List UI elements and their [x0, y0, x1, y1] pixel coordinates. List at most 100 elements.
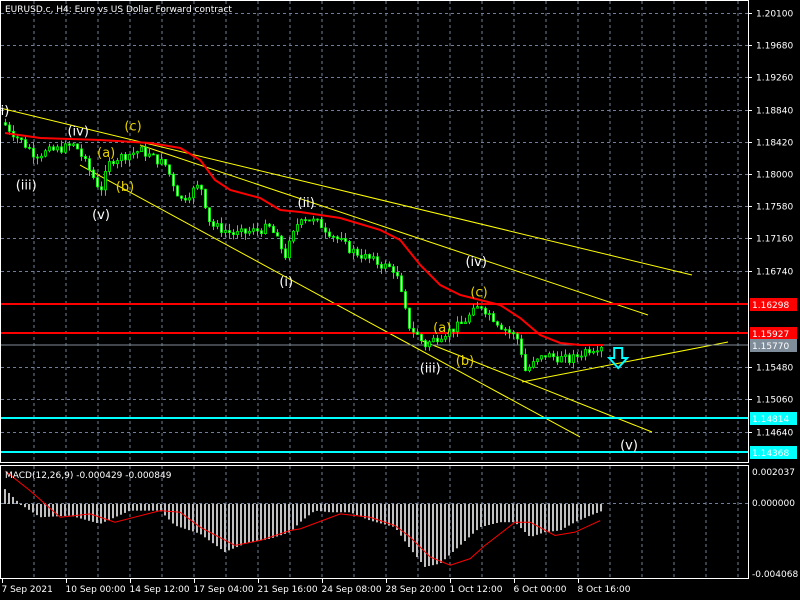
bull-candle-body [312, 218, 315, 222]
bear-candle-body [400, 275, 403, 292]
bear-candle-body [356, 248, 359, 256]
candle [408, 307, 411, 331]
bear-candle-body [152, 153, 155, 156]
macd-histogram-bar [260, 504, 262, 541]
bear-candle-body [504, 328, 507, 331]
macd-histogram-bar [320, 504, 322, 512]
price-chart[interactable]: i) (iv) (iii) (v) (a) (b) (c) (ii) (i) (iv) (c) (a)… [0, 0, 800, 600]
bear-candle-body [412, 327, 415, 333]
time-tick-label: 10 Sep 00:00 [66, 585, 126, 595]
bear-candle-body [388, 263, 391, 268]
macd-histogram-bar [328, 504, 330, 513]
macd-histogram-bar [128, 504, 130, 512]
macd-histogram-bar [268, 504, 270, 540]
macd-histogram-bar [348, 504, 350, 513]
bear-candle-body [416, 331, 419, 335]
time-tick-label: 17 Sep 04:00 [194, 585, 254, 595]
macd-histogram-bar [424, 504, 426, 567]
macd-histogram-bar [308, 504, 310, 516]
macd-histogram-bar [296, 504, 298, 526]
bear-candle-body [124, 154, 127, 161]
bear-candle-body [420, 334, 423, 341]
price-tag-label: 1.14368 [752, 449, 789, 459]
wave-label: (b) [116, 180, 134, 195]
macd-histogram-bar [312, 504, 314, 513]
bull-candle-body [264, 223, 267, 235]
macd-histogram-bar [536, 504, 538, 535]
macd-label: MACD(12,26,9) -0.000429 -0.000849 [5, 471, 172, 481]
price-tag-label: 1.14814 [752, 415, 789, 425]
macd-histogram-bar [344, 504, 346, 513]
candle [308, 219, 311, 222]
macd-histogram-bar [504, 504, 506, 523]
bear-candle-body [368, 254, 371, 259]
price-tick-label: 1.19680 [756, 42, 793, 52]
wave-label: (b) [456, 354, 474, 369]
bull-candle-body [432, 337, 435, 343]
bull-candle-body [56, 146, 59, 151]
bear-candle-body [268, 223, 271, 227]
macd-histogram-bar [32, 504, 34, 513]
macd-histogram-bar [360, 504, 362, 517]
bull-candle-body [108, 161, 111, 172]
bull-candle-body [584, 349, 587, 357]
bull-candle-body [372, 256, 375, 259]
bear-candle-body [508, 329, 511, 333]
bull-candle-body [104, 171, 107, 191]
macd-histogram-bar [200, 504, 202, 535]
macd-histogram-bar [524, 504, 526, 533]
bear-candle-body [164, 159, 167, 166]
bear-candle-body [92, 169, 95, 179]
time-tick-label: 6 Oct 00:00 [514, 585, 567, 595]
bull-candle-body [444, 336, 447, 340]
macd-histogram-bar [176, 504, 178, 527]
price-tag-label: 1.16298 [752, 301, 789, 311]
bear-candle-body [168, 164, 171, 175]
candle [404, 289, 407, 310]
bear-candle-body [60, 146, 63, 153]
bear-candle-body [324, 227, 327, 233]
macd-histogram-bar [156, 504, 158, 511]
bull-candle-body [364, 254, 367, 259]
bull-candle-body [252, 228, 255, 232]
bull-candle-body [340, 238, 343, 240]
bear-candle-body [396, 272, 399, 277]
macd-histogram-bar [444, 504, 446, 560]
bear-candle-body [316, 218, 319, 221]
bear-candle-body [588, 349, 591, 354]
price-tick-label: 1.20100 [756, 10, 793, 20]
bull-candle-body [40, 155, 43, 159]
macd-histogram-bar [532, 504, 534, 537]
bull-candle-body [64, 143, 67, 153]
bear-candle-body [228, 230, 231, 233]
macd-histogram-bar [236, 504, 238, 548]
macd-histogram-bar [28, 504, 30, 510]
bull-candle-body [548, 353, 551, 358]
bear-candle-body [568, 354, 571, 363]
wave-label: (iii) [16, 178, 37, 193]
bear-candle-body [272, 225, 275, 234]
chart-title: EURUSD.c, H4: Euro vs US Dollar Forward … [5, 5, 232, 15]
bull-candle-body [464, 321, 467, 325]
bull-candle-body [116, 160, 119, 165]
bull-candle-body [72, 143, 75, 146]
macd-histogram-bar [280, 504, 282, 536]
macd-histogram-bar [544, 504, 546, 533]
macd-histogram-bar [24, 504, 26, 508]
bull-candle-body [196, 184, 199, 189]
bear-candle-body [260, 230, 263, 235]
bear-candle-body [348, 241, 351, 254]
macd-histogram-bar [8, 493, 10, 504]
bear-candle-body [304, 219, 307, 221]
bull-candle-body [440, 338, 443, 343]
price-tick-label: 1.17580 [756, 203, 793, 213]
macd-histogram-bar [448, 504, 450, 556]
macd-histogram-bar [68, 504, 70, 516]
macd-histogram-bar [492, 504, 494, 524]
macd-histogram-bar [580, 504, 582, 520]
macd-histogram-bar [116, 504, 118, 517]
bull-candle-body [352, 248, 355, 254]
price-tick-label: 1.17160 [756, 235, 793, 245]
candle [204, 188, 207, 210]
bear-candle-body [500, 324, 503, 330]
